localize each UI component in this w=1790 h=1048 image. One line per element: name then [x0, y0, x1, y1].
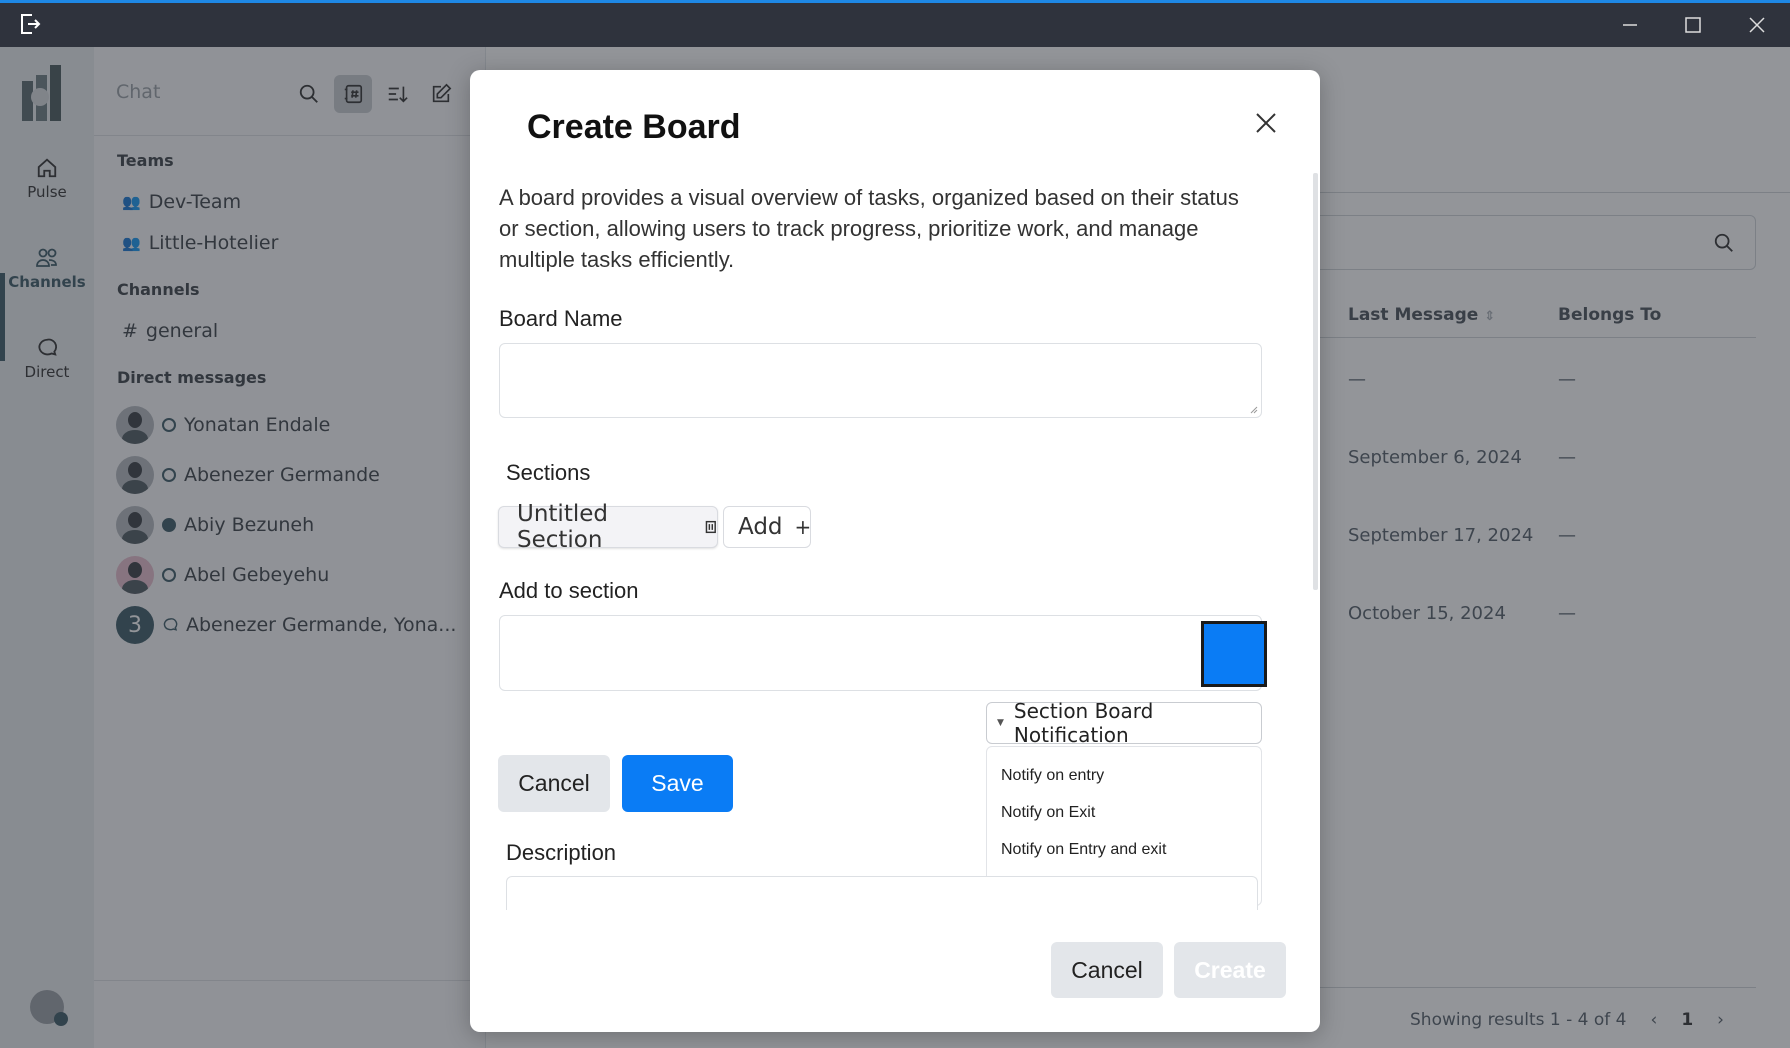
description-label: Description	[506, 840, 617, 865]
notification-select[interactable]: ▼ Section Board Notification	[986, 699, 1262, 747]
section-chip[interactable]: Untitled Section	[498, 501, 718, 553]
window-titlebar	[0, 0, 1790, 47]
create-board-modal: Create Board A board provides a visual o…	[470, 70, 1320, 1032]
add-section-button[interactable]: Add +	[723, 506, 811, 548]
notification-select-label: Section Board Notification	[1013, 699, 1154, 747]
modal-description: A board provides a visual overview of ta…	[499, 185, 1239, 272]
notification-option[interactable]: Notify on Entry and exit	[987, 831, 1261, 868]
section-name: Untitled Section	[517, 501, 608, 553]
sections-label: Sections	[506, 460, 591, 485]
close-icon[interactable]	[1253, 110, 1279, 136]
maximize-icon[interactable]	[1683, 15, 1703, 35]
add-to-section-input[interactable]	[499, 615, 1267, 691]
caret-down-icon: ▼	[997, 718, 1004, 728]
trash-icon[interactable]	[705, 520, 717, 534]
notification-option[interactable]: Notify on Exit	[987, 794, 1261, 831]
cancel-button[interactable]: Cancel	[1051, 942, 1163, 998]
create-button[interactable]: Create	[1174, 942, 1286, 998]
notification-option[interactable]: Notify on entry	[987, 757, 1261, 794]
section-save-button[interactable]: Save	[622, 755, 733, 812]
resize-handle-icon[interactable]	[1250, 406, 1258, 414]
modal-title: Create Board	[527, 108, 741, 146]
board-name-input[interactable]	[499, 343, 1262, 418]
add-to-section-label: Add to section	[499, 578, 639, 603]
add-label: Add	[738, 514, 783, 540]
plus-icon: +	[794, 515, 812, 539]
section-cancel-button[interactable]: Cancel	[498, 755, 610, 812]
section-color-picker[interactable]	[1201, 621, 1267, 687]
logout-icon[interactable]	[18, 12, 42, 36]
scroll-clip	[470, 910, 1320, 938]
board-name-label: Board Name	[499, 306, 623, 331]
minimize-icon[interactable]	[1620, 15, 1640, 35]
modal-scrollbar[interactable]	[1313, 173, 1318, 590]
close-window-icon[interactable]	[1747, 15, 1767, 35]
